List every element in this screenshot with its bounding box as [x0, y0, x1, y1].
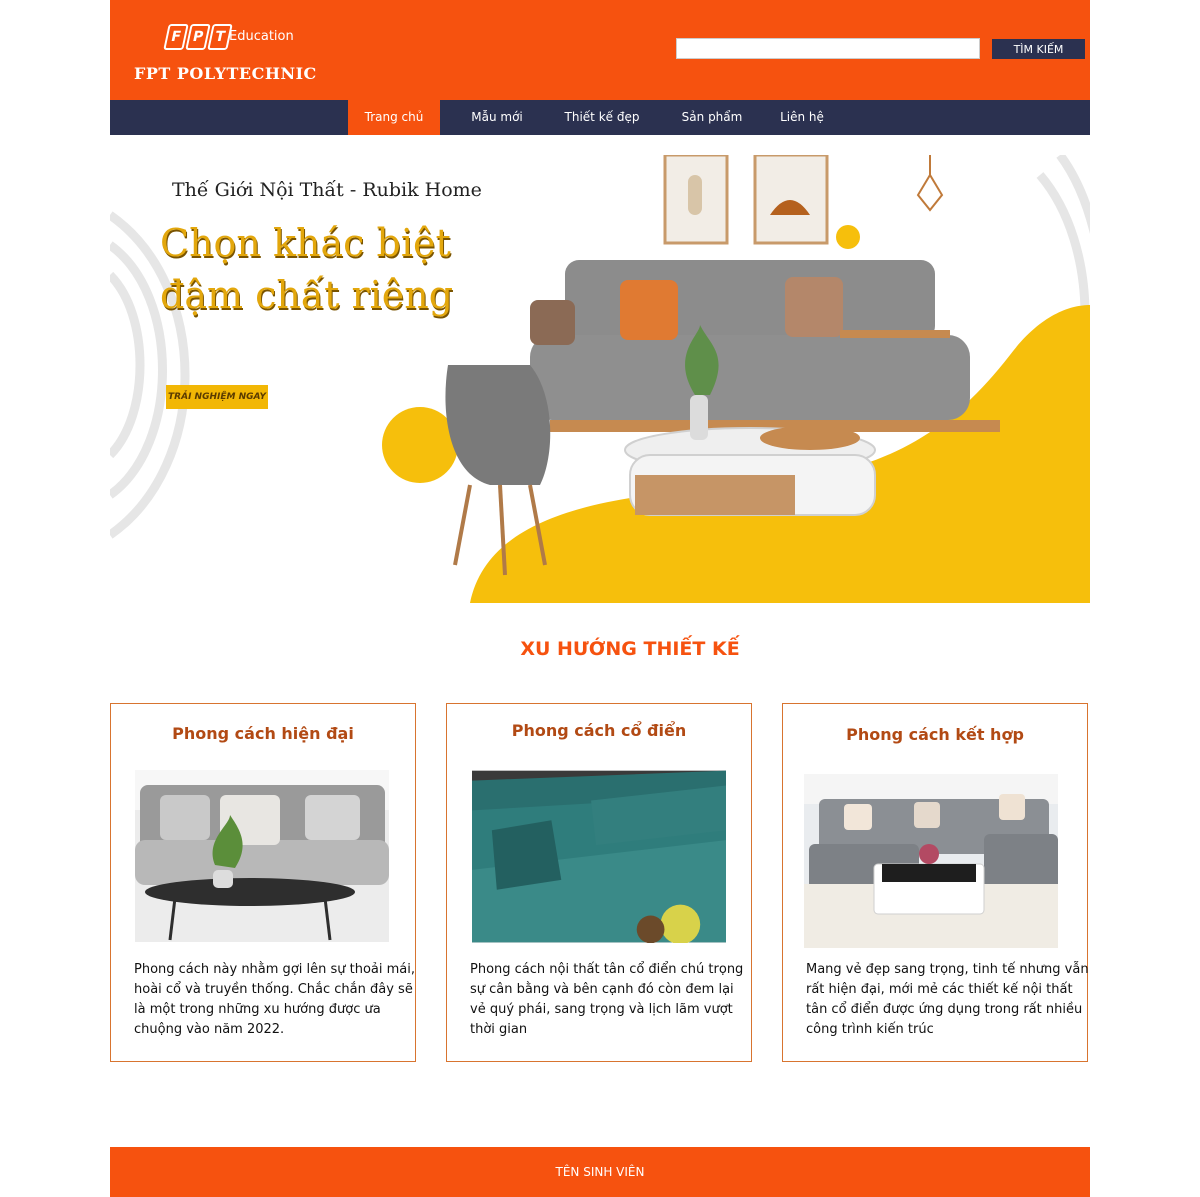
card-title: Phong cách cổ điển	[511, 721, 687, 740]
search-button[interactable]: TÌM KIẾM	[992, 39, 1085, 59]
style-card-combined: Phong cách kết hợp Mang vẻ đẹp sang trọn…	[782, 703, 1089, 1062]
logo-name: FPT POLYTECHNIC	[134, 64, 317, 83]
nav-item-beautiful-design[interactable]: Thiết kế đẹp	[554, 100, 650, 135]
classic-sofa-image	[472, 770, 726, 943]
card-description: Phong cách này nhằm gợi lên sự thoải mái…	[134, 962, 416, 1037]
nav-item-products[interactable]: Sản phẩm	[664, 100, 760, 135]
banner-title-line1: Chọn khác biệt	[160, 221, 451, 265]
nav-item-contact[interactable]: Liên hệ	[766, 100, 838, 135]
site-footer: TÊN SINH VIÊN	[110, 1147, 1090, 1197]
fpt-logo[interactable]: F P T Education FPT POLYTECHNIC	[134, 22, 324, 84]
section-title: XU HƯỚNG THIẾT KẾ	[520, 638, 740, 660]
nav-item-new-models[interactable]: Mẫu mới	[450, 100, 544, 135]
nav-item-home[interactable]: Trang chủ	[348, 100, 440, 135]
modern-sofa-image	[135, 770, 389, 942]
logo-subtitle: Education	[229, 29, 294, 44]
banner-title-line2: đậm chất riêng	[160, 273, 454, 317]
banner-subtitle: Thế Giới Nội Thất - Rubik Home	[172, 179, 482, 201]
card-description: Mang vẻ đẹp sang trọng, tinh tế nhưng vẫ…	[806, 962, 1089, 1037]
search-input[interactable]	[676, 38, 980, 59]
hero-banner: Thế Giới Nội Thất - Rubik Home Chọn khác…	[110, 155, 1090, 603]
style-card-classic: Phong cách cổ điển Phong cách nội thất t…	[446, 703, 752, 1062]
style-card-modern: Phong cách hiện đại Phong cách này nhằm …	[110, 703, 416, 1062]
card-title: Phong cách kết hợp	[846, 725, 1024, 744]
combined-sofa-image	[804, 774, 1058, 948]
logo-mark-icon: F P T	[163, 24, 233, 50]
card-title: Phong cách hiện đại	[172, 724, 354, 743]
site-header: F P T Education FPT POLYTECHNIC TÌM KIẾM	[110, 0, 1090, 100]
footer-student-name: TÊN SINH VIÊN	[555, 1165, 645, 1179]
card-description: Phong cách nội thất tân cổ điển chú trọn…	[470, 962, 744, 1037]
try-now-button[interactable]: TRẢI NGHIỆM NGAY	[166, 385, 268, 409]
main-nav: Trang chủ Mẫu mới Thiết kế đẹp Sản phẩm …	[110, 100, 1090, 135]
